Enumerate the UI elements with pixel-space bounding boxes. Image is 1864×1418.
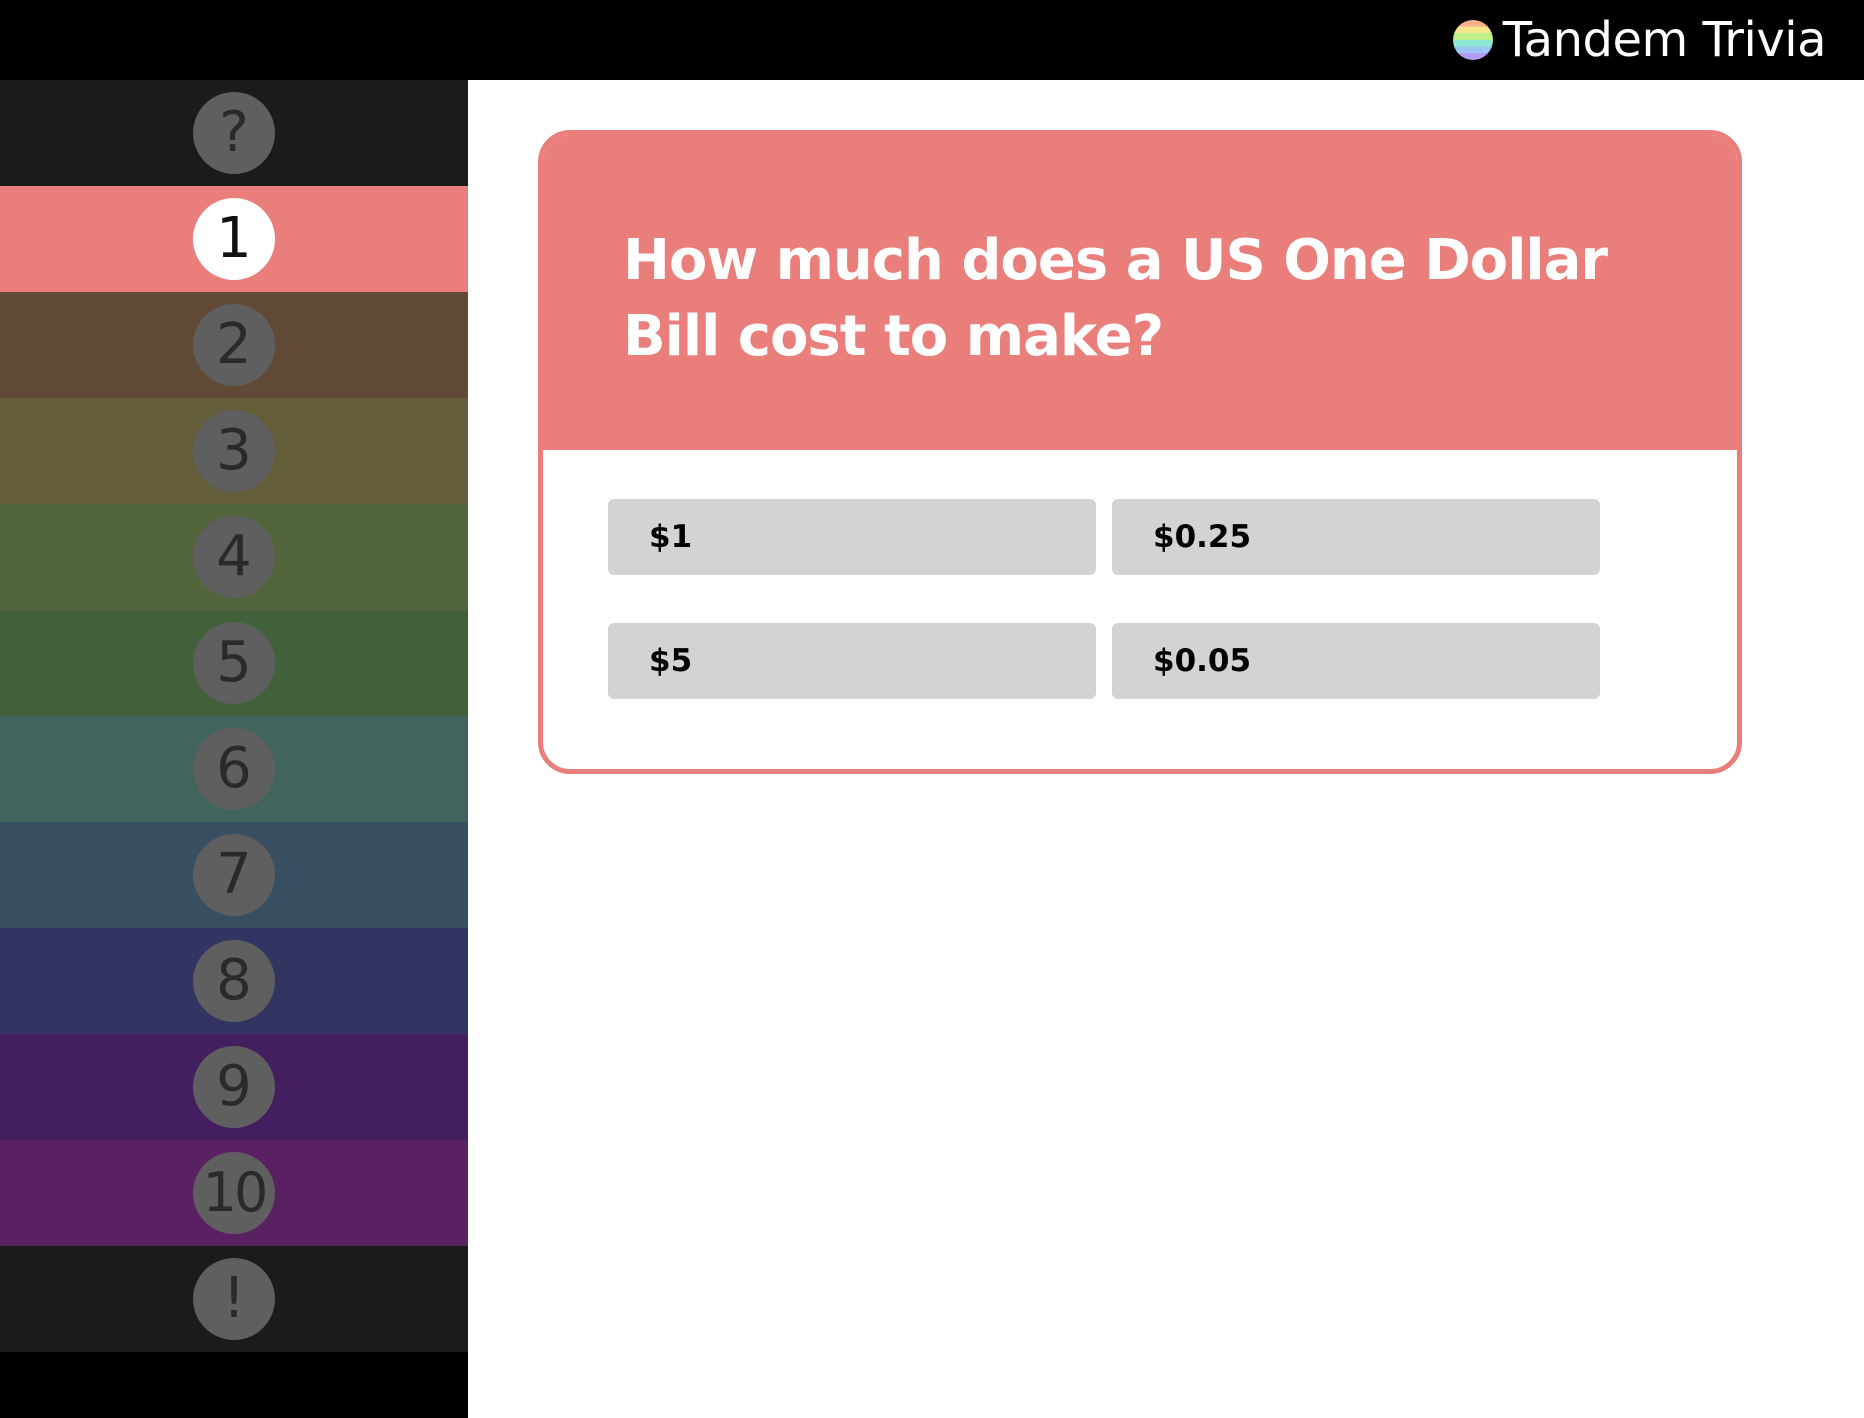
sidebar-item-8[interactable]: 8 bbox=[0, 928, 468, 1034]
sidebar-item-10[interactable]: 10 bbox=[0, 1140, 468, 1246]
sidebar-item-1[interactable]: 1 bbox=[0, 186, 468, 292]
answer-button[interactable]: $0.05 bbox=[1112, 623, 1600, 699]
sidebar-item-intro[interactable]: ? bbox=[0, 80, 468, 186]
sidebar-item-4[interactable]: 4 bbox=[0, 504, 468, 610]
sidebar-item-5[interactable]: 5 bbox=[0, 610, 468, 716]
question-mark-icon: ? bbox=[193, 92, 275, 174]
question-card: How much does a US One Dollar Bill cost … bbox=[538, 130, 1742, 774]
sidebar-item-number: 8 bbox=[193, 940, 275, 1022]
question-header: How much does a US One Dollar Bill cost … bbox=[543, 135, 1737, 450]
answer-button[interactable]: $1 bbox=[608, 499, 1096, 575]
top-bar: Tandem Trivia bbox=[0, 0, 1864, 80]
answer-button[interactable]: $5 bbox=[608, 623, 1096, 699]
sidebar-item-results[interactable]: ! bbox=[0, 1246, 468, 1352]
question-text: How much does a US One Dollar Bill cost … bbox=[623, 228, 1608, 369]
brand: Tandem Trivia bbox=[1452, 0, 1827, 80]
sidebar-item-7[interactable]: 7 bbox=[0, 822, 468, 928]
rainbow-circle-icon bbox=[1452, 20, 1493, 60]
sidebar-item-number: 4 bbox=[193, 516, 275, 598]
sidebar-item-number: 9 bbox=[193, 1046, 275, 1128]
question-sidebar: ? 1 2 3 4 5 6 7 8 9 10 ! bbox=[0, 80, 468, 1418]
sidebar-item-3[interactable]: 3 bbox=[0, 398, 468, 504]
exclamation-icon: ! bbox=[193, 1258, 275, 1340]
answer-button[interactable]: $0.25 bbox=[1112, 499, 1600, 575]
sidebar-item-number: 3 bbox=[193, 410, 275, 492]
sidebar-item-6[interactable]: 6 bbox=[0, 716, 468, 822]
sidebar-item-9[interactable]: 9 bbox=[0, 1034, 468, 1140]
sidebar-item-number: 1 bbox=[193, 198, 275, 280]
main-content: How much does a US One Dollar Bill cost … bbox=[468, 80, 1864, 1418]
app-title: Tandem Trivia bbox=[1502, 12, 1827, 68]
sidebar-item-number: 5 bbox=[193, 622, 275, 704]
sidebar-item-number: 7 bbox=[193, 834, 275, 916]
sidebar-item-number: 2 bbox=[193, 304, 275, 386]
sidebar-item-2[interactable]: 2 bbox=[0, 292, 468, 398]
sidebar-item-number: 10 bbox=[193, 1152, 275, 1234]
sidebar-item-number: 6 bbox=[193, 728, 275, 810]
